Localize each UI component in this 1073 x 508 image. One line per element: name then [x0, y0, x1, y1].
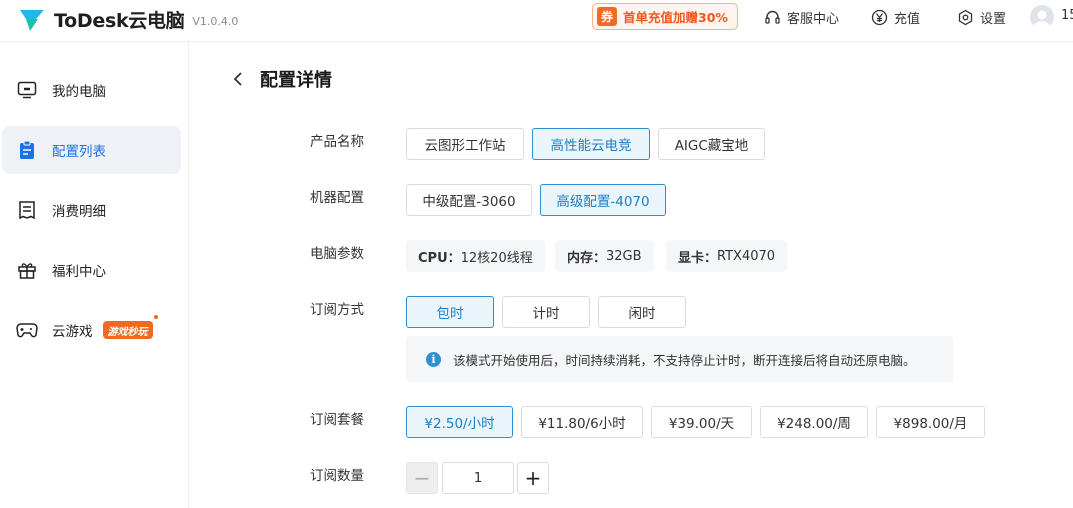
app-name: ToDesk云电脑: [54, 10, 185, 32]
sidebar-item-label: 我的电脑: [52, 84, 106, 100]
clipboard-icon: [16, 139, 38, 161]
app-logo: ToDesk云电脑 V1.0.4.0: [18, 6, 238, 33]
headset-icon: [765, 10, 780, 24]
sidebar-item-label: 云游戏: [52, 324, 93, 340]
product-name-label: 产品名称: [310, 134, 364, 150]
mode-option-idle[interactable]: 闲时: [598, 296, 686, 328]
product-option-esports[interactable]: 高性能云电竞: [532, 128, 650, 160]
plan-option-6hours[interactable]: ¥11.80/6小时: [521, 406, 643, 438]
mode-notice: i 该模式开始使用后，时间持续消耗，不支持停止计时，断开连接后将自动还原电脑。: [406, 336, 953, 382]
cpu-spec: CPU： 12核20线程: [406, 240, 545, 272]
quantity-label: 订阅数量: [310, 468, 364, 484]
sidebar-item-config-list[interactable]: 配置列表: [2, 126, 181, 174]
recharge-button[interactable]: 充值: [871, 8, 920, 27]
gpu-key: 显卡：: [678, 250, 718, 266]
quantity-increment-button[interactable]: +: [517, 462, 549, 494]
recharge-label: 充值: [894, 12, 921, 27]
mode-notice-text: 该模式开始使用后，时间持续消耗，不支持停止计时，断开连接后将自动还原电脑。: [453, 352, 916, 368]
mode-option-metered[interactable]: 计时: [502, 296, 590, 328]
product-option-aigc[interactable]: AIGC藏宝地: [658, 128, 765, 160]
computer-params-label: 电脑参数: [310, 246, 364, 262]
sidebar-item-my-computer[interactable]: 我的电脑: [2, 66, 181, 114]
todesk-logo-icon: [18, 7, 48, 33]
page-title: 配置详情: [260, 70, 332, 91]
settings-button[interactable]: 设置: [957, 8, 1006, 27]
back-button[interactable]: [228, 66, 248, 92]
game-promo-tag: 游戏秒玩: [102, 315, 158, 339]
gpu-spec: 显卡： RTX4070: [666, 240, 788, 272]
customer-service-label: 客服中心: [787, 12, 840, 27]
plan-option-monthly[interactable]: ¥898.00/月: [876, 406, 985, 438]
info-icon: i: [426, 351, 441, 367]
plan-option-weekly[interactable]: ¥248.00/周: [760, 406, 868, 438]
plan-option-daily[interactable]: ¥39.00/天: [651, 406, 752, 438]
coupon-icon: 券: [597, 7, 617, 26]
gift-icon: [16, 259, 38, 281]
top-bar: ToDesk云电脑 V1.0.4.0 券 首单充值加赠30% 客服中心 充值 设…: [0, 0, 1073, 42]
promo-banner[interactable]: 券 首单充值加赠30%: [592, 3, 738, 30]
gpu-value: RTX4070: [717, 248, 776, 264]
plan-label: 订阅套餐: [310, 412, 364, 428]
memory-spec: 内存： 32GB: [555, 240, 654, 272]
config-option-3060[interactable]: 中级配置-3060: [406, 184, 532, 216]
yen-circle-icon: [871, 9, 888, 26]
sidebar: 我的电脑 配置列表 消费明细 福利中心 云游戏 游戏秒玩: [0, 42, 189, 508]
plan-option-hourly[interactable]: ¥2.50/小时: [406, 406, 513, 438]
quantity-decrement-button[interactable]: −: [406, 462, 438, 494]
config-option-4070[interactable]: 高级配置-4070: [540, 184, 666, 216]
sidebar-item-cloud-gaming[interactable]: 云游戏 游戏秒玩: [2, 306, 181, 354]
product-option-workstation[interactable]: 云图形工作站: [406, 128, 524, 160]
user-id-fragment[interactable]: 15: [1061, 8, 1073, 23]
memory-value: 32GB: [606, 248, 642, 264]
gamepad-icon: [16, 319, 38, 341]
machine-config-label: 机器配置: [310, 190, 364, 206]
sidebar-item-label: 福利中心: [52, 264, 106, 280]
app-version: V1.0.4.0: [192, 15, 239, 28]
chevron-left-icon: [233, 72, 242, 86]
mode-option-package[interactable]: 包时: [406, 296, 494, 328]
settings-label: 设置: [980, 12, 1007, 27]
promo-text: 首单充值加赠30%: [623, 10, 728, 25]
subscription-mode-label: 订阅方式: [310, 302, 364, 318]
sidebar-item-billing[interactable]: 消费明细: [2, 186, 181, 234]
gear-icon: [958, 9, 973, 26]
quantity-input[interactable]: 1: [442, 462, 514, 494]
sidebar-item-label: 消费明细: [52, 204, 106, 220]
cpu-key: CPU：: [418, 250, 461, 266]
avatar[interactable]: [1030, 5, 1054, 29]
cpu-value: 12核20线程: [460, 250, 533, 266]
customer-service-button[interactable]: 客服中心: [764, 8, 839, 27]
memory-key: 内存：: [567, 250, 607, 266]
sidebar-item-welfare[interactable]: 福利中心: [2, 246, 181, 294]
sidebar-item-label: 配置列表: [52, 144, 106, 160]
monitor-icon: [16, 79, 38, 101]
receipt-icon: [16, 199, 38, 221]
